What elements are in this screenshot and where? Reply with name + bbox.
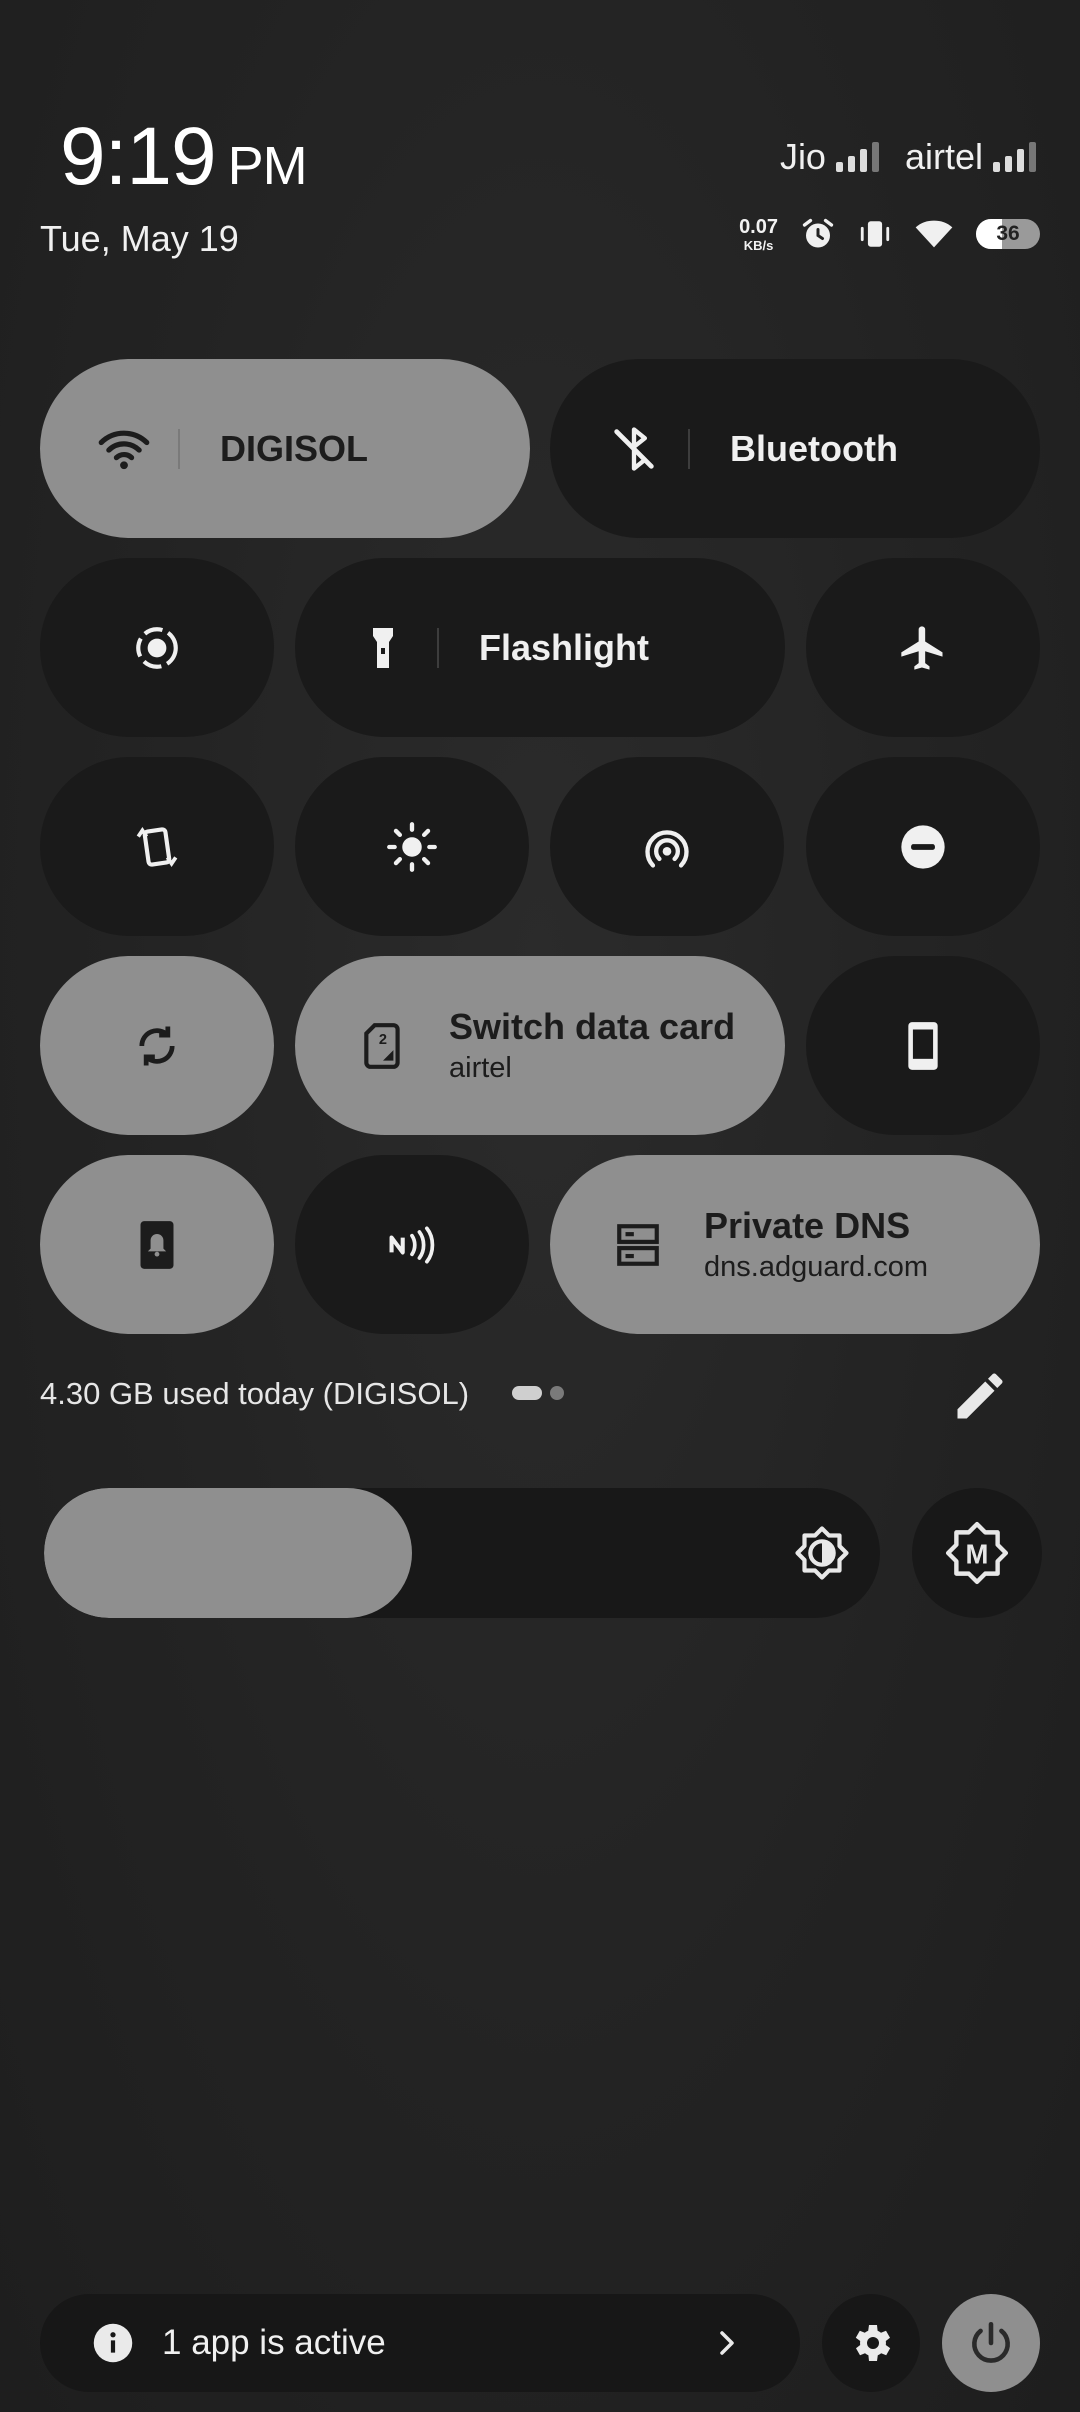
svg-text:M: M bbox=[966, 1538, 989, 1569]
private-dns-title: Private DNS bbox=[704, 1205, 911, 1246]
network-speed: 0.07 KB/s bbox=[739, 217, 778, 252]
nfc-tile[interactable] bbox=[295, 1155, 529, 1334]
page-dot bbox=[550, 1386, 564, 1400]
network-speed-value: 0.07 bbox=[739, 215, 778, 238]
carrier-1-label: Jio bbox=[779, 136, 826, 177]
ringer-tile[interactable] bbox=[40, 1155, 274, 1334]
airplane-icon bbox=[897, 622, 949, 674]
ringer-icon bbox=[131, 1219, 183, 1271]
wifi-status-icon bbox=[915, 220, 953, 248]
dnd-tile[interactable] bbox=[806, 757, 1040, 936]
screen-record-icon bbox=[131, 622, 183, 674]
airplane-tile[interactable] bbox=[806, 558, 1040, 737]
page-dot-active bbox=[512, 1386, 542, 1400]
page-indicator bbox=[512, 1386, 564, 1400]
phone-icon bbox=[897, 1020, 949, 1072]
clock-hours: 9:19 bbox=[60, 111, 217, 202]
flashlight-tile[interactable]: Flashlight bbox=[295, 558, 785, 737]
status-icons: 0.07 KB/s 36 bbox=[739, 216, 1040, 252]
battery-indicator: 36 bbox=[976, 219, 1040, 249]
nfc-icon bbox=[386, 1219, 438, 1271]
do-not-disturb-icon bbox=[897, 821, 949, 873]
signal-icon bbox=[993, 142, 1036, 172]
brightness-slider[interactable] bbox=[44, 1488, 880, 1618]
hotspot-icon bbox=[641, 821, 693, 873]
clock-time[interactable]: 9:19 PM bbox=[60, 110, 308, 204]
switch-data-card-subtitle: airtel bbox=[449, 1052, 512, 1084]
gear-icon bbox=[855, 2325, 891, 2361]
settings-button[interactable] bbox=[822, 2294, 920, 2392]
brightness-mode-tile[interactable] bbox=[295, 757, 529, 936]
dns-icon bbox=[612, 1219, 664, 1271]
active-apps-label: 1 app is active bbox=[162, 2323, 386, 2362]
battery-level: 36 bbox=[996, 222, 1020, 245]
carrier-2: airtel bbox=[905, 136, 1036, 178]
sim-card-icon: 2 bbox=[357, 1020, 409, 1072]
tile-divider bbox=[178, 428, 180, 469]
sun-icon bbox=[386, 821, 438, 873]
svg-text:2: 2 bbox=[379, 1031, 387, 1047]
carrier-signals: Jio airtel bbox=[780, 136, 1036, 178]
data-usage-label[interactable]: 4.30 GB used today (DIGISOL) bbox=[40, 1376, 469, 1412]
alarm-icon bbox=[802, 218, 834, 248]
flashlight-icon bbox=[357, 622, 409, 674]
switch-data-card-title: Switch data card bbox=[449, 1006, 736, 1047]
sync-icon bbox=[131, 1020, 183, 1072]
date-label[interactable]: Tue, May 19 bbox=[40, 218, 239, 260]
brightness-level-fill bbox=[44, 1488, 412, 1618]
brightness-icon bbox=[795, 1526, 849, 1580]
auto-brightness-icon: M bbox=[945, 1521, 1009, 1585]
chevron-right-icon bbox=[720, 2331, 734, 2355]
power-button[interactable] bbox=[942, 2294, 1040, 2392]
bluetooth-tile[interactable]: Bluetooth bbox=[550, 359, 1040, 538]
private-dns-subtitle: dns.adguard.com bbox=[704, 1251, 929, 1283]
network-speed-unit: KB/s bbox=[743, 237, 774, 253]
private-dns-tile[interactable]: Private DNS dns.adguard.com bbox=[550, 1155, 1040, 1334]
auto-rotate-tile[interactable] bbox=[40, 757, 274, 936]
edit-tiles-button[interactable] bbox=[950, 1366, 1010, 1426]
info-icon bbox=[93, 2323, 133, 2363]
flashlight-tile-label: Flashlight bbox=[479, 626, 649, 668]
sync-tile[interactable] bbox=[40, 956, 274, 1135]
signal-icon bbox=[835, 142, 879, 172]
tile-divider bbox=[688, 428, 690, 469]
vibrate-icon bbox=[860, 221, 890, 247]
private-dns-text: Private DNS dns.adguard.com bbox=[704, 1205, 928, 1284]
auto-brightness-button[interactable]: M bbox=[912, 1488, 1042, 1618]
switch-data-card-tile[interactable]: 2 Switch data card airtel bbox=[295, 956, 785, 1135]
pencil-icon bbox=[957, 1373, 1003, 1419]
tile-divider bbox=[437, 627, 439, 668]
wifi-icon bbox=[98, 423, 150, 475]
phone-tile[interactable] bbox=[806, 956, 1040, 1135]
wifi-tile[interactable]: DIGISOL bbox=[40, 359, 530, 538]
screen-record-tile[interactable] bbox=[40, 558, 274, 737]
hotspot-tile[interactable] bbox=[550, 757, 784, 936]
bluetooth-off-icon bbox=[608, 423, 660, 475]
bluetooth-tile-label: Bluetooth bbox=[730, 427, 898, 469]
wifi-tile-label: DIGISOL bbox=[220, 427, 369, 469]
power-icon bbox=[972, 2321, 1010, 2363]
carrier-2-label: airtel bbox=[904, 136, 983, 177]
auto-rotate-icon bbox=[131, 821, 183, 873]
switch-data-card-text: Switch data card airtel bbox=[449, 1006, 735, 1085]
active-apps-bar[interactable]: 1 app is active bbox=[40, 2294, 800, 2392]
clock-ampm: PM bbox=[227, 136, 308, 196]
carrier-1: Jio bbox=[780, 136, 879, 178]
